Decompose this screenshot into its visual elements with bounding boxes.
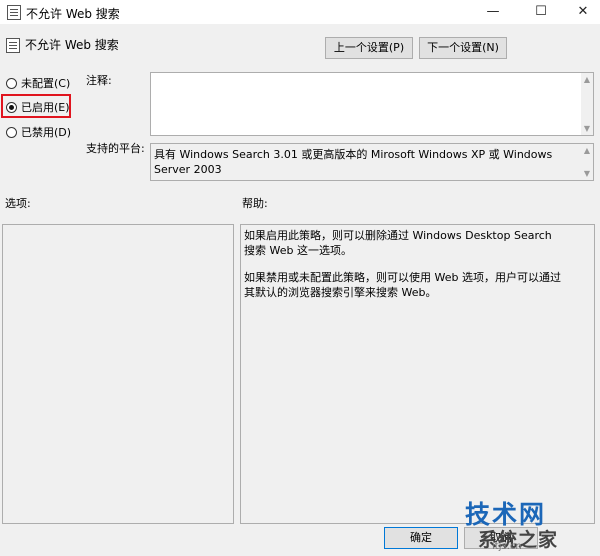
scroll-up-icon[interactable]: ▲ <box>581 146 593 155</box>
title-bar: 不允许 Web 搜索 — ☐ ✕ <box>0 0 600 24</box>
window-title: 不允许 Web 搜索 <box>26 7 120 21</box>
policy-icon <box>7 5 21 20</box>
minimize-button[interactable]: — <box>476 3 510 21</box>
scroll-down-icon[interactable]: ▼ <box>581 169 593 178</box>
highlight-box <box>1 94 71 118</box>
ok-button[interactable]: 确定 <box>384 527 458 549</box>
comment-scrollbar[interactable]: ▲ ▼ <box>581 73 593 135</box>
options-panel <box>2 224 234 524</box>
supported-scrollbar[interactable]: ▲ ▼ <box>581 144 593 180</box>
radio-disabled[interactable]: 已禁用(D) <box>6 124 71 140</box>
radio-circle[interactable] <box>6 77 17 89</box>
policy-setting-icon <box>6 38 20 53</box>
maximize-button[interactable]: ☐ <box>524 3 558 21</box>
scroll-up-icon[interactable]: ▲ <box>581 75 593 84</box>
comment-label: 注释: <box>86 74 112 87</box>
help-paragraph: 如果禁用或未配置此策略，则可以使用 Web 选项，用户可以通过其默认的浏览器搜索… <box>244 271 561 299</box>
supported-text: 具有 Windows Search 3.01 或更高版本的 Mirosoft W… <box>154 148 553 176</box>
watermark-url: itjs.cn <box>492 541 522 552</box>
next-setting-button[interactable]: 下一个设置(N) <box>419 37 507 59</box>
previous-setting-button[interactable]: 上一个设置(P) <box>325 37 413 59</box>
help-label: 帮助: <box>242 197 268 210</box>
radio-label: 未配置(C) <box>21 77 71 90</box>
options-label: 选项: <box>5 197 31 210</box>
help-panel: 如果启用此策略，则可以删除通过 Windows Desktop Search 搜… <box>240 224 595 524</box>
comment-textarea[interactable]: ▲ ▼ <box>150 72 594 136</box>
close-button[interactable]: ✕ <box>566 3 600 21</box>
radio-not-configured[interactable]: 未配置(C) <box>6 75 70 91</box>
radio-label: 已禁用(D) <box>21 126 72 139</box>
scroll-down-icon[interactable]: ▼ <box>581 124 593 133</box>
supported-box: 具有 Windows Search 3.01 或更高版本的 Mirosoft W… <box>150 143 594 181</box>
radio-circle[interactable] <box>6 126 17 138</box>
supported-label: 支持的平台: <box>86 142 145 155</box>
help-paragraph: 如果启用此策略，则可以删除通过 Windows Desktop Search 搜… <box>244 229 552 257</box>
policy-name: 不允许 Web 搜索 <box>25 38 119 52</box>
